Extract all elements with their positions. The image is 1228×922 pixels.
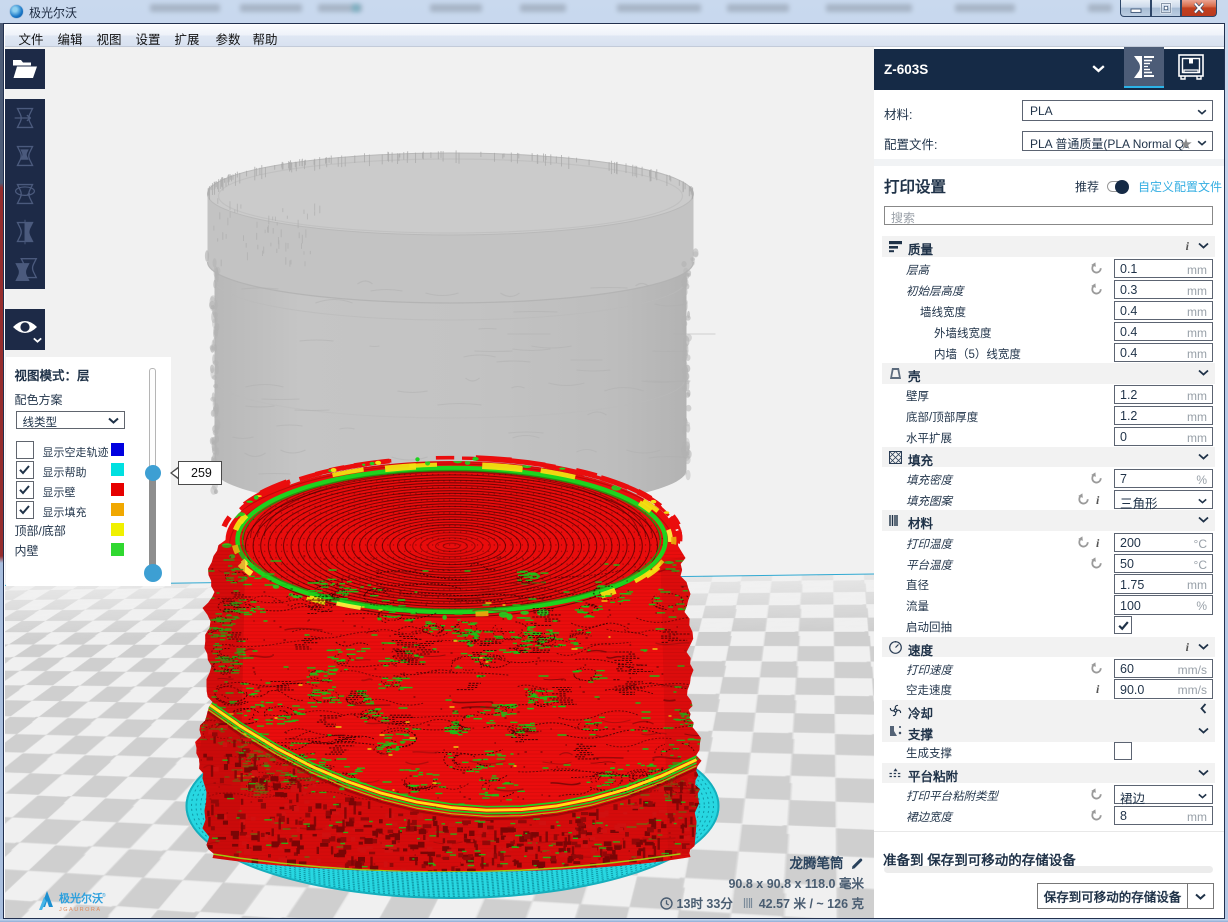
svg-text:®: ® — [102, 892, 106, 899]
svg-text:极光尔沃: 极光尔沃 — [59, 890, 104, 906]
svg-text:JGAURORA: JGAURORA — [59, 907, 102, 913]
